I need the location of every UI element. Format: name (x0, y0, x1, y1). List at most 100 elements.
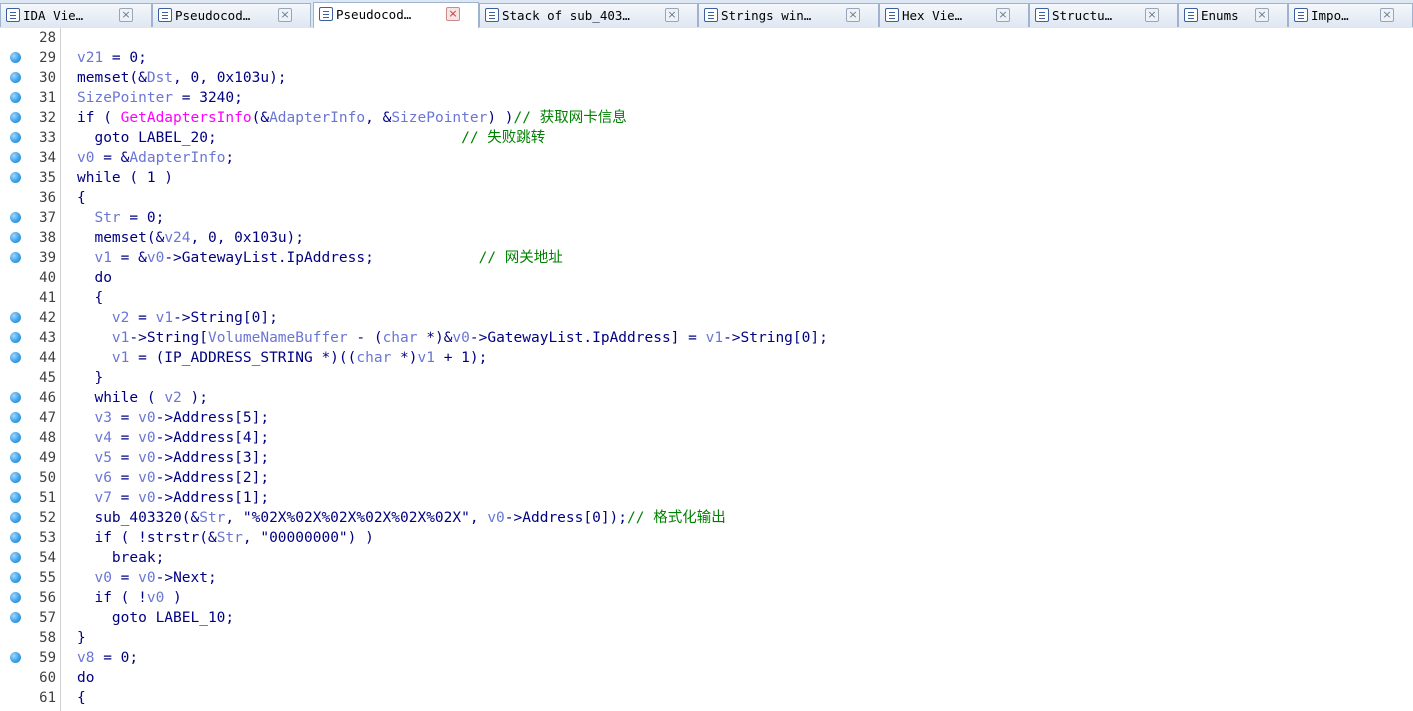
tab-6[interactable]: Hex Vie… × (879, 3, 1029, 27)
code-text: { (77, 289, 103, 307)
code-line[interactable]: 36 { (0, 188, 1413, 208)
line-number: 35 (39, 170, 56, 186)
code-line[interactable]: 34 v0 = &AdapterInfo; (0, 148, 1413, 168)
breakpoint-dot-icon[interactable] (10, 552, 21, 563)
tab-5[interactable]: Strings win… × (698, 3, 879, 27)
breakpoint-dot-icon[interactable] (10, 152, 21, 163)
identifier: v0 (94, 570, 112, 586)
breakpoint-dot-icon[interactable] (10, 352, 21, 363)
breakpoint-dot-icon[interactable] (10, 172, 21, 183)
code-line[interactable]: 50 v6 = v0->Address[2]; (0, 468, 1413, 488)
code-line[interactable]: 51 v7 = v0->Address[1]; (0, 488, 1413, 508)
breakpoint-dot-icon[interactable] (10, 532, 21, 543)
code-token: = (129, 310, 156, 326)
code-line[interactable]: 43 v1->String[VolumeNameBuffer - (char *… (0, 328, 1413, 348)
close-icon[interactable]: × (119, 8, 133, 22)
breakpoint-dot-icon[interactable] (10, 332, 21, 343)
code-token: ->String[ (129, 330, 208, 346)
tab-9[interactable]: Impo… × (1288, 3, 1413, 27)
code-line[interactable]: 52 sub_403320(&Str, "%02X%02X%02X%02X%02… (0, 508, 1413, 528)
code-line[interactable]: 57 goto LABEL_10; (0, 608, 1413, 628)
code-line[interactable]: 30 memset(&Dst, 0, 0x103u); (0, 68, 1413, 88)
code-text: while ( v2 ); (77, 389, 208, 407)
code-line[interactable]: 33 goto LABEL_20; // 失败跳转 (0, 128, 1413, 148)
close-icon[interactable]: × (665, 8, 679, 22)
breakpoint-dot-icon[interactable] (10, 52, 21, 63)
code-line[interactable]: 60 do (0, 668, 1413, 688)
code-text: } (77, 629, 86, 647)
breakpoint-dot-icon[interactable] (10, 392, 21, 403)
breakpoint-dot-icon[interactable] (10, 72, 21, 83)
breakpoint-dot-icon[interactable] (10, 512, 21, 523)
breakpoint-dot-icon[interactable] (10, 92, 21, 103)
close-icon[interactable]: × (1380, 8, 1394, 22)
import-function: GetAdaptersInfo (120, 110, 252, 126)
code-line[interactable]: 41 { (0, 288, 1413, 308)
code-line[interactable]: 53 if ( !strstr(&Str, "00000000") ) (0, 528, 1413, 548)
breakpoint-dot-icon[interactable] (10, 652, 21, 663)
close-icon[interactable]: × (996, 8, 1010, 22)
code-line[interactable]: 55 v0 = v0->Next; (0, 568, 1413, 588)
breakpoint-dot-icon[interactable] (10, 612, 21, 623)
breakpoint-dot-icon[interactable] (10, 572, 21, 583)
breakpoint-dot-icon[interactable] (10, 592, 21, 603)
identifier: v0 (138, 430, 156, 446)
tab-7[interactable]: Structu… × (1029, 3, 1178, 27)
pseudocode-icon (319, 7, 333, 21)
code-line[interactable]: 39 v1 = &v0->GatewayList.IpAddress; // 网… (0, 248, 1413, 268)
tab-3[interactable]: Pseudocod… × (313, 2, 479, 28)
code-token: = 3240; (173, 90, 243, 106)
breakpoint-dot-icon[interactable] (10, 132, 21, 143)
close-icon[interactable]: × (1255, 8, 1269, 22)
code-line[interactable]: 48 v4 = v0->Address[4]; (0, 428, 1413, 448)
code-line[interactable]: 49 v5 = v0->Address[3]; (0, 448, 1413, 468)
tab-1[interactable]: IDA Vie… × (0, 3, 152, 27)
breakpoint-dot-icon[interactable] (10, 492, 21, 503)
code-line[interactable]: 28 (0, 28, 1413, 48)
close-icon[interactable]: × (278, 8, 292, 22)
code-line[interactable]: 45 } (0, 368, 1413, 388)
code-line[interactable]: 29 v21 = 0; (0, 48, 1413, 68)
breakpoint-dot-icon[interactable] (10, 452, 21, 463)
code-line[interactable]: 35 while ( 1 ) (0, 168, 1413, 188)
breakpoint-dot-icon[interactable] (10, 472, 21, 483)
code-token: (& (251, 110, 270, 126)
code-line[interactable]: 61 { (0, 688, 1413, 708)
breakpoint-dot-icon[interactable] (10, 212, 21, 223)
line-number: 59 (39, 650, 56, 666)
tab-2[interactable]: Pseudocod… × (152, 3, 311, 27)
code-line[interactable]: 40 do (0, 268, 1413, 288)
breakpoint-dot-icon[interactable] (10, 232, 21, 243)
code-line[interactable]: 56 if ( !v0 ) (0, 588, 1413, 608)
tab-8[interactable]: Enums × (1178, 3, 1288, 27)
code-line[interactable]: 46 while ( v2 ); (0, 388, 1413, 408)
close-icon[interactable]: × (446, 7, 460, 21)
close-icon[interactable]: × (1145, 8, 1159, 22)
code-line[interactable]: 47 v3 = v0->Address[5]; (0, 408, 1413, 428)
breakpoint-dot-icon[interactable] (10, 412, 21, 423)
code-token: ->Address[3]; (155, 450, 270, 466)
breakpoint-dot-icon[interactable] (10, 432, 21, 443)
line-number: 36 (39, 190, 56, 206)
comment: // 网关地址 (478, 250, 563, 266)
code-line[interactable]: 37 Str = 0; (0, 208, 1413, 228)
code-line[interactable]: 44 v1 = (IP_ADDRESS_STRING *)((char *)v1… (0, 348, 1413, 368)
tab-4[interactable]: Stack of sub_403… × (479, 3, 698, 27)
code-line[interactable]: 58} (0, 628, 1413, 648)
code-line[interactable]: 32 if ( GetAdaptersInfo(&AdapterInfo, &Si… (0, 108, 1413, 128)
code-line[interactable]: 59 v8 = 0; (0, 648, 1413, 668)
breakpoint-dot-icon[interactable] (10, 312, 21, 323)
pseudocode-editor[interactable]: 28 29 v21 = 0; 30 memset(&Dst, 0, 0x103u); 31… (0, 28, 1413, 711)
code-line[interactable]: 31 SizePointer = 3240; (0, 88, 1413, 108)
code-line[interactable]: 54 break; (0, 548, 1413, 568)
breakpoint-dot-icon[interactable] (10, 112, 21, 123)
breakpoint-dot-icon[interactable] (10, 252, 21, 263)
close-icon[interactable]: × (846, 8, 860, 22)
code-line[interactable]: 38 memset(&v24, 0, 0x103u); (0, 228, 1413, 248)
code-text: memset(&v24, 0, 0x103u); (77, 229, 304, 247)
line-number: 34 (39, 150, 56, 166)
code-line[interactable]: 42 v2 = v1->String[0]; (0, 308, 1413, 328)
pseudocode-icon (158, 8, 172, 22)
